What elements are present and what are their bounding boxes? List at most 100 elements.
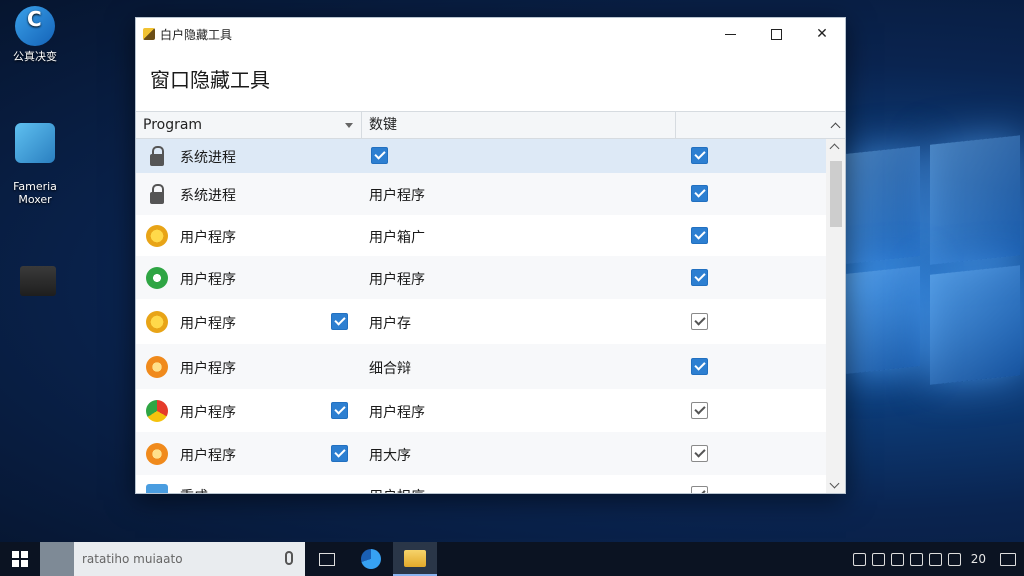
tray-chevron-icon[interactable] (890, 552, 904, 566)
maximize-icon (770, 28, 782, 40)
row-program-name: 系统进程 (180, 150, 236, 166)
row-visible-checkbox[interactable] (691, 185, 708, 202)
row-type-label: 用户程序 (369, 188, 425, 204)
system-tray: 20 (852, 542, 1024, 576)
yellow-star-icon (146, 310, 168, 333)
row-type-label: 用户程序 (369, 271, 425, 288)
row-visible-checkbox[interactable] (691, 268, 708, 286)
search-avatar-icon (40, 542, 74, 576)
row-program-name: 用户程序 (180, 315, 236, 332)
row-program-name: 重成 (180, 486, 208, 493)
folder-dark-icon (20, 266, 56, 296)
row-type-label: 用户存 (369, 315, 411, 332)
page-title: 窗口隐藏工具 (150, 68, 270, 92)
row-program-name: 用户程序 (180, 229, 236, 246)
tray-volume-icon[interactable] (909, 552, 923, 566)
row-visible-checkbox[interactable] (691, 401, 708, 419)
grid-rows: 系统进程 系统进程 用户程序 用户程序 用户箱广 用户程序 用户程序 用户程序 用户存 用户程序细… (136, 139, 826, 493)
app-window: 白户隐藏工具 ✕ 窗口隐藏工具 Program 数键 系统进程 系统进程 用户程序用… (135, 17, 846, 494)
chevron-up-icon (830, 122, 840, 132)
sort-dropdown-icon[interactable] (345, 123, 353, 128)
blue-app-icon (146, 484, 168, 493)
table-row[interactable]: 系统进程 (136, 139, 826, 173)
row-type-label: 用大序 (369, 447, 411, 464)
row-visible-checkbox[interactable] (691, 226, 708, 244)
yellow-star-icon (146, 224, 168, 247)
tray-network-icon[interactable] (871, 552, 885, 566)
row-visible-checkbox[interactable] (691, 312, 708, 330)
edge-button[interactable] (349, 542, 393, 576)
lock-icon (146, 183, 168, 205)
table-row[interactable]: 重成 用户扣序 (136, 475, 826, 493)
orange-star-icon (146, 442, 168, 465)
app-c-icon (15, 6, 55, 46)
column-header-program[interactable]: Program (136, 112, 362, 138)
task-view-icon (319, 552, 335, 566)
folder-icon (404, 549, 426, 567)
row-type-checkbox[interactable] (371, 147, 388, 164)
desktop-icon-label: Fameria Moxer (13, 180, 57, 206)
clock[interactable]: 20 (971, 552, 986, 566)
scrollbar-thumb[interactable] (830, 161, 842, 227)
row-select-checkbox[interactable] (331, 401, 348, 419)
row-visible-checkbox[interactable] (691, 444, 708, 462)
row-type-label: 用户箱广 (369, 229, 425, 246)
microphone-icon[interactable] (285, 551, 293, 565)
table-row[interactable]: 系统进程 用户程序 (136, 173, 826, 215)
search-placeholder: ratatiho muiaato (82, 552, 183, 566)
desktop-icon-folder[interactable] (3, 266, 73, 300)
vertical-scrollbar[interactable] (826, 139, 845, 493)
tray-battery-icon[interactable] (947, 552, 961, 566)
column-header-type[interactable]: 数键 (362, 112, 676, 138)
title-bar[interactable]: 白户隐藏工具 ✕ (136, 18, 845, 50)
edge-icon (361, 549, 381, 569)
row-visible-checkbox[interactable] (691, 486, 708, 493)
windows-start-icon (12, 551, 28, 567)
windows-logo-wallpaper (835, 130, 1024, 400)
green-arrow-icon (146, 266, 168, 289)
program-grid: Program 数键 系统进程 系统进程 用户程序 用户程序 用户箱广 用户程序 用户程序用… (136, 111, 845, 493)
orange-star-icon (146, 355, 168, 378)
table-row[interactable]: 用户程序 用户程序 (136, 389, 826, 432)
header-scroll-up[interactable] (825, 112, 845, 138)
minimize-icon (724, 33, 736, 35)
table-row[interactable]: 用户程序 用户箱广 (136, 215, 826, 256)
start-button[interactable] (0, 542, 40, 576)
row-visible-checkbox[interactable] (691, 357, 708, 375)
row-type-label: 用户程序 (369, 404, 425, 421)
close-icon: ✕ (816, 26, 828, 42)
table-row[interactable]: 用户程序 用大序 (136, 432, 826, 475)
row-select-checkbox[interactable] (331, 312, 348, 330)
row-program-name: 用户程序 (180, 447, 236, 464)
scroll-down-icon[interactable] (829, 478, 840, 489)
desktop-icon-app[interactable]: 公真决变 (0, 6, 70, 63)
taskbar-search[interactable]: ratatiho muiaato (40, 542, 305, 576)
row-type-label: 用户扣序 (369, 486, 425, 493)
app-icon (143, 28, 155, 40)
tray-app-icon[interactable] (852, 552, 866, 566)
tray-wifi-icon[interactable] (928, 552, 942, 566)
lock-icon (146, 145, 168, 167)
multicolor-icon (146, 399, 168, 422)
taskbar: ratatiho muiaato 20 (0, 542, 1024, 576)
row-select-checkbox[interactable] (331, 444, 348, 462)
row-program-name: 系统进程 (180, 188, 236, 204)
desktop-icon-movie-maker[interactable]: Fameria Moxer (0, 110, 70, 206)
table-row[interactable]: 用户程序 用户程序 (136, 256, 826, 299)
desktop-icon-label: 公真决变 (13, 50, 57, 63)
column-header-visible[interactable] (676, 112, 825, 138)
row-program-name: 用户程序 (180, 271, 236, 288)
row-program-name: 用户程序 (180, 404, 236, 421)
scroll-up-icon[interactable] (829, 143, 840, 154)
task-view-button[interactable] (305, 542, 349, 576)
minimize-button[interactable] (707, 18, 753, 50)
notification-icon[interactable] (1000, 552, 1016, 566)
close-button[interactable]: ✕ (799, 18, 845, 50)
row-type-label: 细合辩 (369, 360, 411, 377)
table-row[interactable]: 用户程序 细合辩 (136, 344, 826, 389)
file-explorer-button[interactable] (393, 542, 437, 576)
maximize-button[interactable] (753, 18, 799, 50)
grid-header: Program 数键 (136, 111, 845, 139)
table-row[interactable]: 用户程序 用户存 (136, 299, 826, 344)
row-visible-checkbox[interactable] (691, 147, 708, 164)
